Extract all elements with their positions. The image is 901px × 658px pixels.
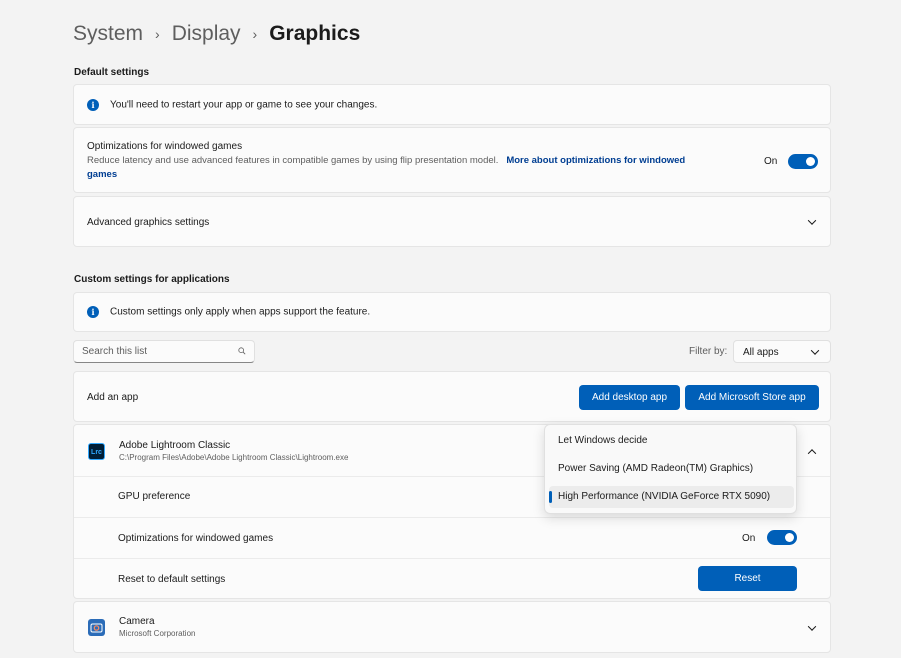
app-card-camera[interactable]: Camera Microsoft Corporation — [73, 601, 831, 653]
search-list-box[interactable] — [73, 340, 255, 363]
windowed-optimizations-desc: Reduce latency and use advanced features… — [87, 154, 757, 182]
app-publisher: Microsoft Corporation — [119, 629, 196, 638]
breadcrumb-separator: › — [155, 26, 160, 42]
windowed-optimizations-toggle[interactable] — [788, 154, 818, 169]
add-app-card: Add an app Add desktop app Add Microsoft… — [73, 371, 831, 422]
camera-icon — [88, 619, 105, 636]
filter-select[interactable]: All apps — [733, 340, 831, 363]
filter-value: All apps — [743, 347, 779, 358]
advanced-graphics-card[interactable]: Advanced graphics settings — [73, 196, 831, 247]
reset-label: Reset to default settings — [118, 574, 226, 585]
search-input[interactable] — [74, 341, 234, 362]
windowed-optimizations-link[interactable]: More about optimizations for windowed — [506, 155, 685, 166]
gpu-option-power-saving[interactable]: Power Saving (AMD Radeon(TM) Graphics) — [549, 458, 794, 480]
gpu-preference-label: GPU preference — [118, 491, 191, 502]
app-path: C:\Program Files\Adobe\Adobe Lightroom C… — [119, 453, 349, 462]
custom-info-card: i Custom settings only apply when apps s… — [73, 292, 831, 332]
gpu-option-high-performance[interactable]: High Performance (NVIDIA GeForce RTX 509… — [549, 486, 794, 508]
add-app-label: Add an app — [87, 392, 139, 403]
windowed-toggle-label: On — [764, 156, 778, 167]
app-windowed-toggle-label: On — [742, 533, 756, 544]
app-windowed-toggle[interactable] — [767, 530, 797, 545]
breadcrumb: System › Display › Graphics — [73, 22, 360, 46]
custom-info-text: Custom settings only apply when apps sup… — [110, 306, 371, 318]
restart-info-text: You'll need to restart your app or game … — [110, 99, 378, 110]
chevron-down-icon[interactable] — [805, 621, 819, 635]
reset-button[interactable]: Reset — [698, 566, 797, 591]
divider — [74, 517, 830, 518]
restart-info-card: i You'll need to restart your app or gam… — [73, 84, 831, 125]
app-name: Adobe Lightroom Classic — [119, 440, 231, 451]
app-windowed-label: Optimizations for windowed games — [118, 533, 274, 544]
info-icon: i — [87, 306, 99, 318]
gpu-preference-dropdown[interactable]: Let Windows decide Power Saving (AMD Rad… — [544, 424, 797, 514]
chevron-down-icon[interactable] — [805, 215, 819, 229]
search-icon[interactable] — [238, 347, 246, 355]
add-desktop-app-button[interactable]: Add desktop app — [579, 385, 680, 410]
chevron-down-icon — [808, 345, 822, 359]
breadcrumb-system[interactable]: System — [73, 22, 143, 46]
breadcrumb-separator: › — [252, 26, 258, 42]
filter-label: Filter by: — [689, 346, 728, 357]
custom-settings-heading: Custom settings for applications — [74, 274, 230, 285]
windowed-optimizations-title: Optimizations for windowed games — [87, 141, 243, 152]
advanced-graphics-label: Advanced graphics settings — [87, 217, 210, 228]
windowed-optimizations-link-cont[interactable]: games — [87, 169, 117, 180]
default-settings-heading: Default settings — [74, 67, 150, 78]
add-store-app-button[interactable]: Add Microsoft Store app — [685, 385, 819, 410]
chevron-up-icon[interactable] — [805, 445, 819, 459]
gpu-option-let-windows-decide[interactable]: Let Windows decide — [549, 430, 794, 452]
info-icon: i — [87, 98, 99, 111]
divider — [74, 558, 830, 559]
page-title: Graphics — [269, 22, 361, 45]
windowed-optimizations-card: Optimizations for windowed games Reduce … — [73, 127, 831, 193]
lightroom-icon: Lrc — [88, 443, 105, 460]
breadcrumb-display[interactable]: Display — [172, 22, 241, 46]
app-name: Camera — [119, 616, 155, 627]
windowed-optimizations-desc-text: Reduce latency and use advanced features… — [87, 155, 499, 166]
